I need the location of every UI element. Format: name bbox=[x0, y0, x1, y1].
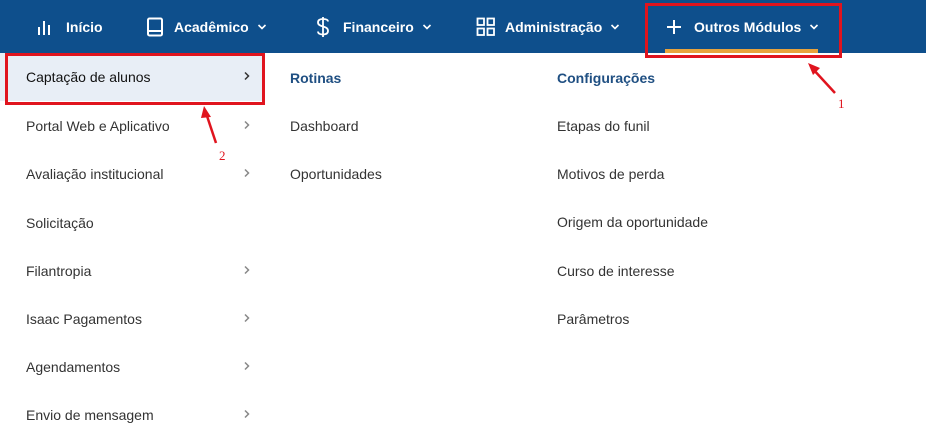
config-item-parametros[interactable]: Parâmetros bbox=[557, 311, 629, 327]
rotinas-heading: Rotinas bbox=[290, 70, 342, 86]
active-tab-indicator bbox=[665, 49, 818, 53]
nav-label: Administração bbox=[505, 18, 603, 35]
plus-icon bbox=[667, 19, 681, 34]
nav-item-administracao[interactable]: Administração bbox=[476, 0, 620, 53]
menu-item-label: Portal Web e Aplicativo bbox=[26, 118, 170, 134]
configuracoes-heading: Configurações bbox=[557, 70, 656, 86]
chevron-right-icon bbox=[244, 168, 250, 178]
chevron-down-icon bbox=[611, 23, 620, 30]
config-item-etapas-do-funil[interactable]: Etapas do funil bbox=[557, 118, 650, 134]
config-item-motivos-de-perda[interactable]: Motivos de perda bbox=[557, 166, 664, 182]
config-item-origem-da-oportunidade[interactable]: Origem da oportunidade bbox=[557, 214, 708, 230]
nav-label: Acadêmico bbox=[174, 18, 249, 35]
chevron-right-icon bbox=[244, 265, 250, 275]
chevron-right-icon bbox=[244, 361, 250, 371]
rotinas-item-dashboard[interactable]: Dashboard bbox=[290, 118, 359, 134]
menu-item-solicitacao[interactable]: Solicitação bbox=[0, 199, 264, 247]
book-icon bbox=[147, 17, 163, 36]
grid-icon bbox=[476, 17, 495, 36]
chevron-down-icon bbox=[257, 23, 266, 30]
annotation-number-1: 1 bbox=[838, 96, 845, 111]
menu-item-label: Envio de mensagem bbox=[26, 407, 154, 423]
menu-item-label: Captação de alunos bbox=[26, 69, 151, 85]
menu-item-label: Agendamentos bbox=[26, 359, 121, 375]
nav-item-academico[interactable]: Acadêmico bbox=[146, 0, 267, 53]
bar-chart-icon bbox=[38, 20, 50, 35]
nav-item-inicio[interactable]: Início bbox=[37, 0, 103, 53]
menu-item-portal-web[interactable]: Portal Web e Aplicativo bbox=[0, 102, 264, 150]
dollar-icon bbox=[317, 16, 329, 37]
annotation-number-2: 2 bbox=[219, 148, 226, 163]
chevron-down-icon bbox=[810, 23, 819, 30]
nav-item-financeiro[interactable]: Financeiro bbox=[316, 0, 432, 53]
nav-label: Financeiro bbox=[343, 18, 414, 35]
nav-label: Início bbox=[66, 18, 103, 35]
menu-item-captacao-de-alunos[interactable]: Captação de alunos bbox=[0, 53, 264, 101]
top-nav-bar: Início Acadêmico Financeiro Administraçã… bbox=[0, 0, 926, 53]
config-item-curso-de-interesse[interactable]: Curso de interesse bbox=[557, 263, 675, 279]
chevron-right-icon bbox=[244, 409, 250, 419]
chevron-right-icon bbox=[244, 313, 250, 323]
rotinas-item-oportunidades[interactable]: Oportunidades bbox=[290, 166, 382, 182]
menu-item-agendamentos[interactable]: Agendamentos bbox=[0, 343, 264, 391]
menu-item-label: Avaliação institucional bbox=[26, 166, 164, 182]
nav-label: Outros Módulos bbox=[694, 18, 802, 35]
menu-item-isaac-pagamentos[interactable]: Isaac Pagamentos bbox=[0, 295, 264, 343]
menu-item-label: Isaac Pagamentos bbox=[26, 311, 142, 327]
menu-item-filantropia[interactable]: Filantropia bbox=[0, 247, 264, 295]
annotation-arrow-1 bbox=[808, 63, 836, 94]
menu-item-label: Filantropia bbox=[26, 263, 92, 279]
chevron-right-icon bbox=[244, 120, 250, 130]
nav-item-outros-modulos[interactable]: Outros Módulos bbox=[666, 0, 819, 53]
chevron-right-icon bbox=[244, 71, 250, 81]
menu-item-label: Solicitação bbox=[26, 215, 94, 231]
menu-item-envio-de-mensagem[interactable]: Envio de mensagem bbox=[0, 391, 264, 439]
chevron-down-icon bbox=[422, 23, 431, 30]
